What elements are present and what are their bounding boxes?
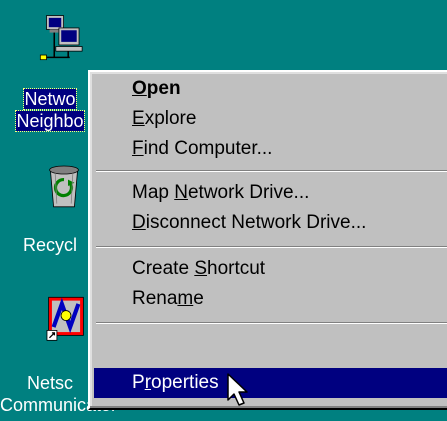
menu-item-find-computer-rest: ind Computer... — [143, 138, 273, 159]
menu-item-create-pre: Create — [132, 258, 195, 279]
menu-item-map-pre: Map — [132, 182, 175, 203]
menu-item-map-mnemonic: N — [174, 182, 188, 203]
menu-item-create-shortcut[interactable]: Create Shortcut — [94, 254, 447, 284]
menu-item-map-network-drive[interactable]: Map Network Drive... — [94, 178, 447, 208]
menu-item-find-computer[interactable]: Find Computer... — [94, 134, 447, 164]
netscape-communicator-label: Netsc Communicator — [0, 372, 117, 416]
recycle-bin-icon — [49, 165, 79, 208]
menu-item-explore[interactable]: Explore — [94, 104, 447, 134]
menu-item-open-mnemonic: O — [132, 78, 147, 99]
menu-item-properties[interactable]: Properties — [94, 368, 447, 398]
desktop: Netwo Neighbo Recycl Netsc Communicator … — [0, 0, 447, 421]
menu-item-properties-pre: P — [132, 372, 145, 393]
menu-item-open[interactable]: Open — [94, 74, 447, 104]
network-neighborhood-label-line1: Netwo — [23, 88, 77, 110]
netscape-label-line1: Netsc — [26, 373, 73, 393]
network-neighborhood-shortcut[interactable]: Netwo Neighbo — [0, 0, 100, 150]
network-computers-icon — [39, 15, 83, 61]
menu-item-rename-pre: Rena — [132, 288, 178, 309]
netscape-communicator-shortcut[interactable]: Netsc Communicator — [0, 288, 117, 421]
menu-item-create-rest: hortcut — [207, 258, 266, 279]
menu-item-explore-rest: xplore — [144, 108, 197, 129]
menu-separator — [96, 246, 447, 248]
context-menu: Open Explore Find Computer... Map Networ… — [88, 70, 447, 410]
network-neighborhood-label: Netwo Neighbo — [0, 88, 100, 132]
menu-separator — [96, 322, 447, 324]
menu-item-find-computer-mnemonic: F — [132, 138, 144, 159]
menu-item-rename[interactable]: Rename — [94, 284, 447, 314]
menu-separator — [96, 170, 447, 172]
menu-item-disconnect-mnemonic: D — [132, 212, 146, 233]
recycle-bin-shortcut[interactable]: Recycl — [0, 150, 100, 270]
menu-item-rename-rest: e — [193, 288, 204, 309]
menu-item-properties-rest: operties — [151, 372, 219, 393]
netscape-shortcut-icon — [46, 296, 84, 341]
recycle-bin-label-text: Recycl — [22, 235, 77, 255]
recycle-bin-label: Recycl — [0, 234, 100, 256]
menu-item-rename-mnemonic: m — [177, 288, 194, 309]
menu-item-create-mnemonic: S — [194, 258, 207, 279]
network-neighborhood-label-line2: Neighbo — [15, 110, 85, 132]
menu-item-explore-mnemonic: E — [132, 108, 145, 129]
menu-item-disconnect-network-drive[interactable]: Disconnect Network Drive... — [94, 208, 447, 238]
menu-item-disconnect-rest: isconnect Network Drive... — [145, 212, 367, 233]
menu-item-map-rest: etwork Drive... — [187, 182, 310, 203]
menu-item-open-rest: pen — [146, 78, 181, 99]
arrow-pointer-icon — [227, 373, 248, 406]
